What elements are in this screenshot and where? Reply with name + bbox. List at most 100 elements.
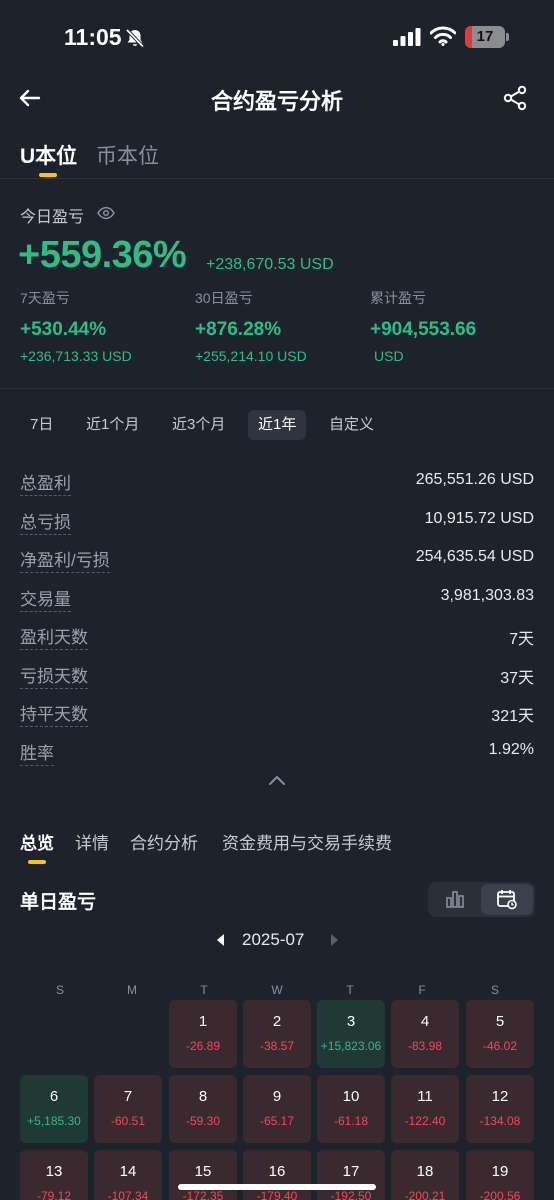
- calendar-day-cell[interactable]: 4 -83.98: [391, 1000, 459, 1068]
- calendar-day-cell[interactable]: 11 -122.40: [391, 1075, 459, 1143]
- pnl-total-value: +904,553.66: [370, 319, 477, 340]
- calendar-day-number: 17: [342, 1163, 360, 1180]
- loss-days-label[interactable]: 亏损天数: [20, 662, 88, 689]
- net-pnl-value: 254,635.54 USD: [415, 548, 534, 565]
- calendar-day-number: 2: [272, 1013, 282, 1030]
- tab-overview[interactable]: 总览: [20, 829, 54, 854]
- calendar-day-cell[interactable]: 8 -59.30: [169, 1075, 237, 1143]
- calendar-day-number: 14: [119, 1163, 137, 1180]
- calendar-day-cell[interactable]: 3 +15,823.06: [317, 1000, 385, 1068]
- pnl-7d-label: 7天盈亏: [20, 290, 70, 306]
- calendar-day-cell[interactable]: 15 -172.35: [169, 1150, 237, 1200]
- weekday-thu: T: [346, 983, 354, 997]
- pnl-total-unit: USD: [374, 348, 404, 364]
- today-pnl-usd: +238,670.53 USD: [206, 256, 334, 273]
- calendar-icon[interactable]: [496, 888, 518, 910]
- total-profit-label[interactable]: 总盈利: [20, 469, 71, 496]
- weekday-sat: S: [490, 983, 499, 997]
- calendar-day-pnl: -122.40: [404, 1114, 446, 1128]
- divider: [0, 178, 554, 179]
- volume-label[interactable]: 交易量: [20, 585, 71, 612]
- calendar-day-cell[interactable]: 1 -26.89: [169, 1000, 237, 1068]
- tab-details[interactable]: 详情: [75, 829, 109, 854]
- today-pnl-percent: +559.36%: [18, 234, 187, 276]
- calendar-day-cell[interactable]: 2 -38.57: [243, 1000, 311, 1068]
- eye-icon[interactable]: [97, 206, 115, 220]
- period-1y[interactable]: 近1年: [248, 410, 307, 440]
- previous-month-icon[interactable]: [216, 934, 226, 946]
- calendar-day-number: 15: [194, 1163, 212, 1180]
- calendar-day-number: 4: [420, 1013, 430, 1030]
- calendar-day-cell[interactable]: 12 -134.08: [466, 1075, 534, 1143]
- share-icon[interactable]: [502, 85, 528, 111]
- cellular-signal-icon: [393, 28, 421, 46]
- calendar-day-pnl: -172.35: [182, 1189, 224, 1200]
- profit-days-value: 7天: [509, 631, 534, 648]
- profit-days-label[interactable]: 盈利天数: [20, 623, 88, 650]
- calendar-day-number: 9: [272, 1088, 282, 1105]
- calendar-day-pnl: -65.17: [259, 1114, 295, 1128]
- pnl-30d-percent: +876.28%: [195, 319, 282, 340]
- period-7d[interactable]: 7日: [20, 410, 63, 440]
- tab-u-margined[interactable]: U本位: [20, 140, 77, 170]
- bar-chart-icon[interactable]: [444, 889, 466, 909]
- month-label: 2025-07: [242, 930, 305, 949]
- total-profit-value: 265,551.26 USD: [415, 471, 534, 488]
- calendar-day-pnl: -192.50: [330, 1189, 372, 1200]
- calendar-day-cell[interactable]: 10 -61.18: [317, 1075, 385, 1143]
- weekday-mon: M: [127, 983, 137, 997]
- pnl-30d-label: 30日盈亏: [195, 290, 253, 306]
- period-3m[interactable]: 近3个月: [162, 410, 235, 440]
- calendar-day-pnl: +5,185.30: [27, 1114, 81, 1128]
- period-1m[interactable]: 近1个月: [76, 410, 149, 440]
- calendar-day-cell[interactable]: 7 -60.51: [94, 1075, 162, 1143]
- calendar-day-cell[interactable]: 14 -107.34: [94, 1150, 162, 1200]
- calendar-day-number: 6: [49, 1088, 59, 1105]
- weekday-sun: S: [55, 983, 64, 997]
- total-loss-label[interactable]: 总亏损: [20, 508, 71, 535]
- calendar-day-cell[interactable]: 19 -200.56: [466, 1150, 534, 1200]
- divider: [0, 388, 554, 389]
- weekday-tue: T: [200, 983, 208, 997]
- calendar-day-number: 19: [491, 1163, 509, 1180]
- tab-funding-fees[interactable]: 资金费用与交易手续费: [222, 829, 392, 854]
- calendar-day-pnl: -46.02: [482, 1039, 518, 1053]
- calendar-day-cell[interactable]: 17 -192.50: [317, 1150, 385, 1200]
- calendar-day-cell[interactable]: 6 +5,185.30: [20, 1075, 88, 1143]
- calendar-day-number: 10: [342, 1088, 360, 1105]
- battery-percent: 17: [476, 28, 494, 45]
- calendar-day-cell[interactable]: 16 -179.40: [243, 1150, 311, 1200]
- calendar-day-number: 3: [346, 1013, 356, 1030]
- calendar-day-number: 1: [198, 1013, 208, 1030]
- calendar-day-cell[interactable]: 18 -200.21: [391, 1150, 459, 1200]
- page-title: 合约盈亏分析: [210, 89, 343, 114]
- calendar-day-pnl: +15,823.06: [320, 1039, 382, 1053]
- net-pnl-label[interactable]: 净盈利/亏损: [20, 546, 110, 573]
- battery-tip: [506, 33, 509, 41]
- pnl-total-label: 累计盈亏: [370, 290, 426, 306]
- calendar-day-number: 5: [495, 1013, 505, 1030]
- calendar-day-cell[interactable]: 13 -79.12: [20, 1150, 88, 1200]
- calendar-day-cell[interactable]: 9 -65.17: [243, 1075, 311, 1143]
- win-rate-label[interactable]: 胜率: [20, 739, 54, 766]
- calendar-day-number: 11: [417, 1088, 433, 1105]
- bell-muted-icon: [125, 28, 145, 48]
- collapse-chevron-up-icon[interactable]: [268, 774, 286, 786]
- flat-days-label[interactable]: 持平天数: [20, 700, 88, 727]
- calendar-day-pnl: -83.98: [407, 1039, 443, 1053]
- daily-pnl-title: 单日盈亏: [20, 892, 97, 913]
- period-custom[interactable]: 自定义: [319, 410, 384, 440]
- tab-coin-margined[interactable]: 币本位: [96, 140, 159, 170]
- loss-days-value: 37天: [500, 670, 534, 687]
- tab-contract-analysis[interactable]: 合约分析: [130, 829, 198, 854]
- today-pnl-label: 今日盈亏: [20, 209, 85, 226]
- weekday-wed: W: [271, 983, 283, 997]
- calendar-day-pnl: -134.08: [479, 1114, 521, 1128]
- active-tab-indicator: [39, 173, 57, 177]
- next-month-icon[interactable]: [329, 934, 339, 946]
- weekday-fri: F: [418, 983, 426, 997]
- calendar-day-number: 7: [123, 1088, 133, 1105]
- home-indicator: [178, 1184, 376, 1190]
- calendar-day-pnl: -38.57: [259, 1039, 295, 1053]
- calendar-day-cell[interactable]: 5 -46.02: [466, 1000, 534, 1068]
